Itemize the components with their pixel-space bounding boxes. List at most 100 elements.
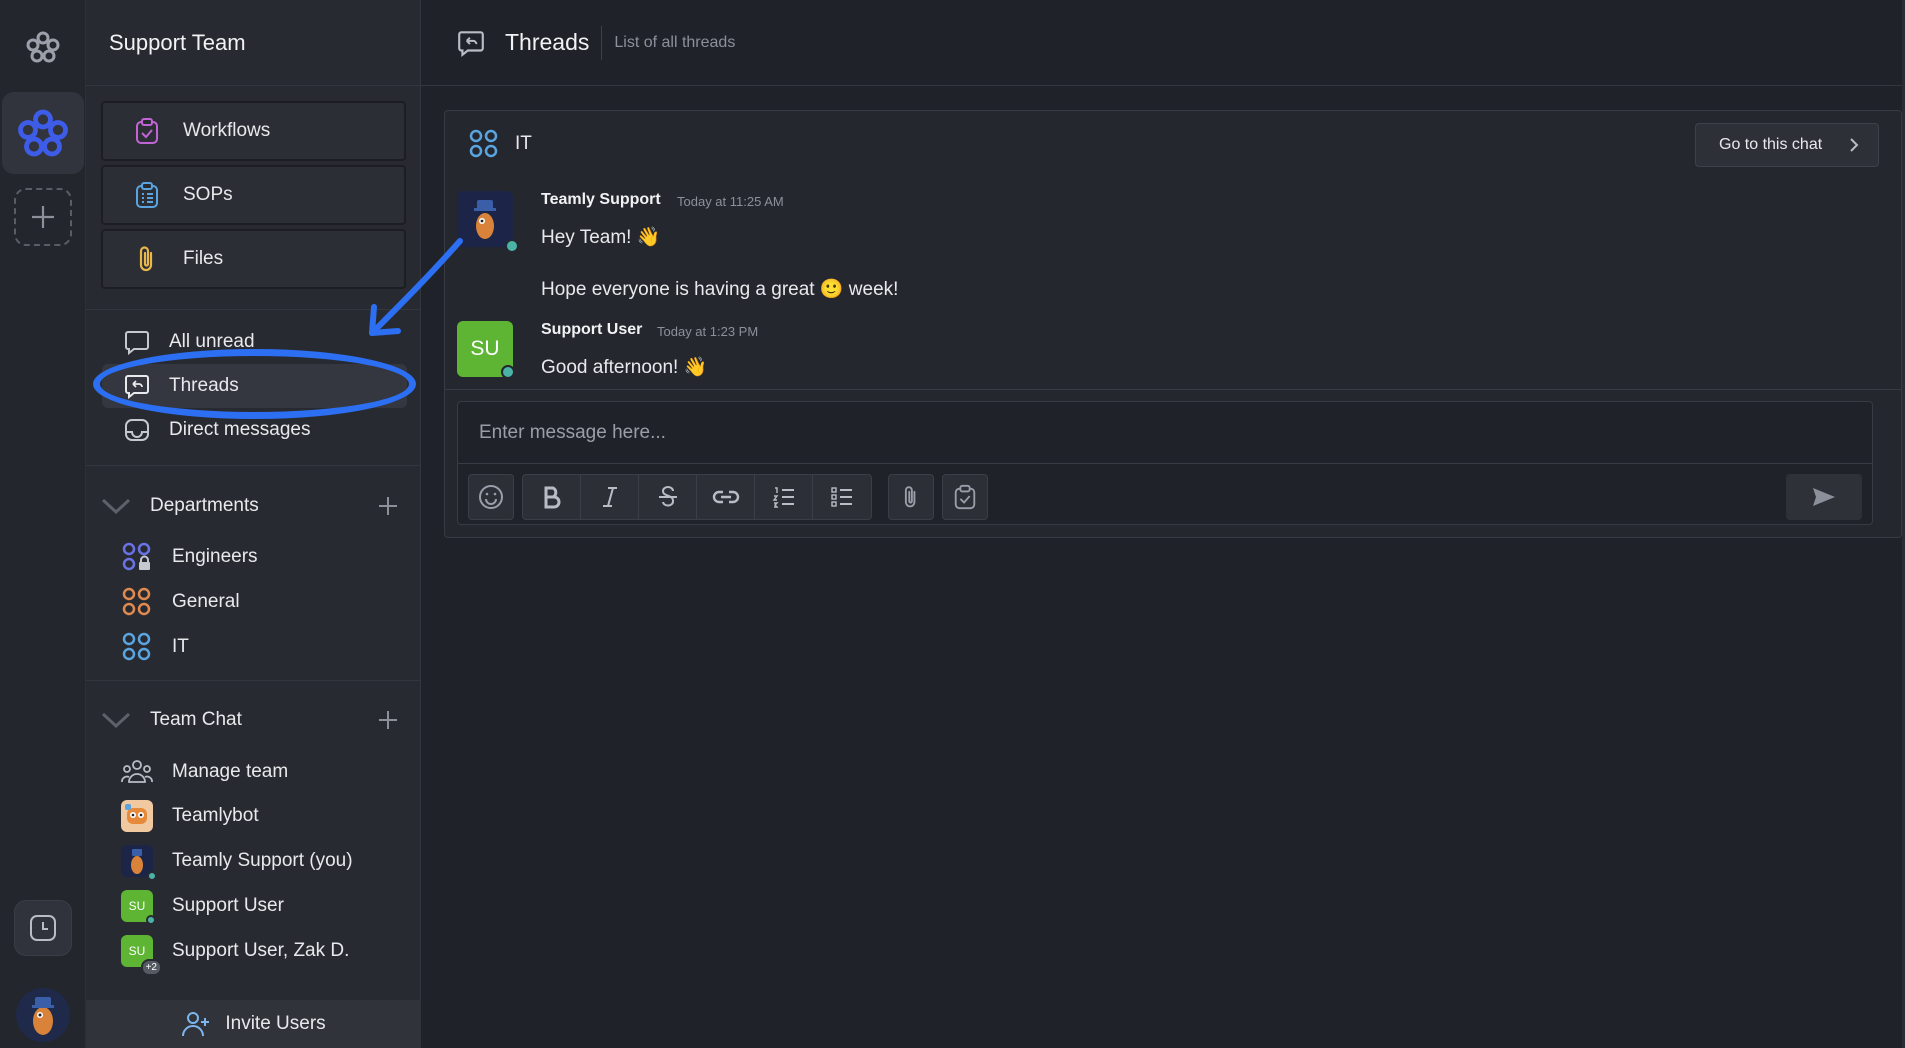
attach-file-button[interactable] bbox=[888, 474, 934, 520]
sops-button[interactable]: SOPs bbox=[101, 165, 406, 225]
link-button[interactable] bbox=[697, 475, 755, 519]
add-chat-icon[interactable] bbox=[372, 704, 404, 736]
sops-label: SOPs bbox=[183, 184, 233, 205]
online-status-indicator bbox=[505, 239, 519, 253]
paperclip-icon bbox=[904, 486, 916, 508]
teamly-logo-icon[interactable] bbox=[22, 26, 64, 68]
online-status-indicator bbox=[501, 365, 515, 379]
nav-direct-messages-label: Direct messages bbox=[169, 419, 311, 440]
chevron-down-icon bbox=[100, 490, 132, 522]
team-chat-title: Team Chat bbox=[150, 709, 242, 730]
bullet-list-icon bbox=[831, 487, 852, 507]
divider bbox=[601, 25, 603, 60]
chat-teamly-support-label: Teamly Support (you) bbox=[172, 850, 353, 871]
chat-group-support-user-zak[interactable]: SU +2 Support User, Zak D. bbox=[120, 931, 410, 976]
history-button[interactable] bbox=[14, 900, 72, 956]
thread-channel-name: IT bbox=[515, 133, 532, 154]
strikethrough-button[interactable] bbox=[639, 475, 697, 519]
chat-teamlybot[interactable]: Teamlybot bbox=[120, 796, 410, 836]
workflows-label: Workflows bbox=[183, 120, 271, 141]
divider bbox=[445, 389, 1901, 390]
paperclip-icon bbox=[131, 243, 163, 275]
go-to-chat-button[interactable]: Go to this chat bbox=[1695, 123, 1879, 167]
threads-icon bbox=[122, 371, 152, 401]
nav-threads-label: Threads bbox=[169, 375, 239, 396]
support-user-avatar: SU bbox=[120, 889, 156, 925]
nav-direct-messages[interactable]: Direct messages bbox=[102, 408, 407, 452]
channel-it-label: IT bbox=[172, 636, 189, 657]
chevron-right-icon bbox=[1848, 136, 1860, 154]
departments-title: Departments bbox=[150, 495, 259, 516]
teamly-support-avatar[interactable] bbox=[457, 191, 519, 253]
message-text: Hey Team! 👋 bbox=[541, 227, 661, 248]
invite-users-button[interactable]: Invite Users bbox=[86, 1000, 421, 1048]
add-task-button[interactable] bbox=[942, 474, 988, 520]
sidebar: Support Team Workflows SOPs Files All un… bbox=[86, 0, 421, 1048]
online-status-indicator bbox=[146, 915, 156, 925]
thread-card-header: IT Go to this chat bbox=[445, 111, 1901, 177]
italic-icon bbox=[602, 487, 617, 507]
departments-section-header[interactable]: Departments bbox=[100, 486, 410, 526]
page-subtitle: List of all threads bbox=[614, 33, 736, 51]
channel-icon bbox=[120, 585, 154, 619]
bold-button[interactable] bbox=[523, 475, 581, 519]
chat-teamly-support[interactable]: Teamly Support (you) bbox=[120, 841, 410, 881]
chat-support-user-label: Support User bbox=[172, 895, 284, 916]
channel-it[interactable]: IT bbox=[120, 627, 410, 667]
plus-icon bbox=[32, 206, 54, 228]
smiley-icon bbox=[479, 485, 503, 509]
send-button[interactable] bbox=[1786, 474, 1862, 520]
channel-general[interactable]: General bbox=[120, 582, 410, 622]
team-name: Support Team bbox=[86, 0, 420, 86]
channel-icon bbox=[469, 129, 499, 159]
bullet-list-button[interactable] bbox=[813, 475, 871, 519]
ordered-list-button[interactable] bbox=[755, 475, 813, 519]
chat-support-user[interactable]: SU Support User bbox=[120, 886, 410, 926]
message-composer bbox=[457, 401, 1873, 525]
add-department-icon[interactable] bbox=[372, 490, 404, 522]
page-title: Threads bbox=[505, 29, 590, 55]
divider bbox=[86, 309, 421, 310]
online-status-indicator bbox=[147, 871, 157, 881]
emoji-button[interactable] bbox=[468, 474, 514, 520]
chevron-down-icon bbox=[100, 704, 132, 736]
user-avatar[interactable] bbox=[16, 988, 70, 1042]
nav-all-unread[interactable]: All unread bbox=[102, 320, 407, 364]
team-chat-section-header[interactable]: Team Chat bbox=[100, 700, 410, 740]
locked-channel-icon bbox=[120, 540, 154, 574]
main-header: Threads List of all threads bbox=[421, 0, 1905, 86]
files-button[interactable]: Files bbox=[101, 229, 406, 289]
send-icon bbox=[1813, 488, 1835, 506]
italic-button[interactable] bbox=[581, 475, 639, 519]
sop-list-icon bbox=[131, 179, 163, 211]
manage-team-item[interactable]: Manage team bbox=[120, 752, 410, 792]
workspace-support-team[interactable] bbox=[2, 92, 84, 174]
mascot-icon bbox=[32, 997, 54, 1035]
chat-teamlybot-label: Teamlybot bbox=[172, 805, 259, 826]
bot-icon bbox=[121, 800, 153, 832]
threads-icon bbox=[455, 27, 487, 59]
nav-threads[interactable]: Threads bbox=[102, 364, 407, 408]
channel-engineers[interactable]: Engineers bbox=[120, 537, 410, 577]
workflows-button[interactable]: Workflows bbox=[101, 101, 406, 161]
formatting-toolbar bbox=[522, 474, 872, 520]
message-input[interactable] bbox=[458, 402, 1872, 464]
message-author: Support User bbox=[541, 321, 643, 338]
channel-engineers-label: Engineers bbox=[172, 546, 258, 567]
group-avatar: SU +2 bbox=[120, 934, 162, 976]
message-author: Teamly Support bbox=[541, 191, 661, 208]
files-label: Files bbox=[183, 248, 224, 269]
channel-icon bbox=[120, 630, 154, 664]
workspace-rail bbox=[0, 0, 86, 1048]
mascot-icon bbox=[121, 845, 157, 881]
strikethrough-icon bbox=[658, 486, 677, 507]
thread-card: IT Go to this chat Teamly Support Today … bbox=[444, 110, 1902, 538]
add-workspace-button[interactable] bbox=[14, 188, 72, 246]
divider bbox=[86, 465, 421, 466]
add-user-icon bbox=[181, 1010, 211, 1038]
team-icon bbox=[120, 755, 154, 789]
mascot-icon bbox=[474, 200, 496, 239]
clock-icon bbox=[30, 915, 56, 941]
ordered-list-icon bbox=[772, 487, 794, 508]
link-icon bbox=[712, 490, 739, 504]
